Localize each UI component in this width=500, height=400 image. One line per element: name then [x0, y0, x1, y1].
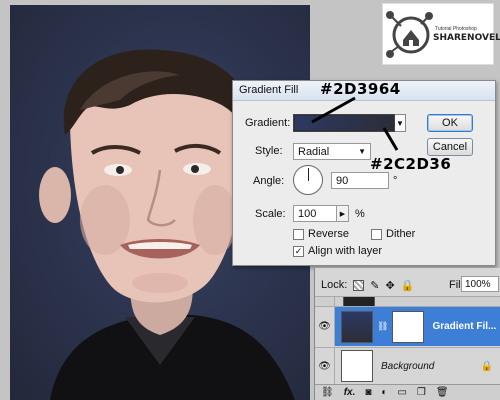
lock-position-icon[interactable]: ✥: [386, 279, 395, 292]
reverse-label: Reverse: [308, 228, 349, 240]
dither-label: Dither: [386, 228, 416, 240]
layer-row-background[interactable]: 👁 Background 🔒: [315, 347, 500, 384]
annotation-start-color: #2D3964: [320, 80, 401, 98]
mask-icon[interactable]: ◙: [365, 387, 371, 398]
new-layer-icon[interactable]: ❐: [417, 387, 426, 398]
layer-row-gradient-fill[interactable]: 👁 ⛓ Gradient Fil...: [315, 306, 500, 346]
lock-row: Lock: ✎ ✥ 🔒 Fill: 100%: [315, 276, 500, 294]
angle-value: 90: [336, 174, 349, 187]
visibility-toggle[interactable]: 👁: [315, 307, 335, 346]
background-layer-thumbnail: [341, 350, 373, 382]
dither-checkbox-row[interactable]: Dither: [371, 228, 415, 240]
align-label: Align with layer: [308, 245, 382, 257]
visibility-toggle[interactable]: 👁: [315, 348, 335, 384]
dialog-title: Gradient Fill: [239, 84, 299, 96]
logo-brand: SHARENOVEL: [433, 33, 500, 43]
fx-icon[interactable]: fx.: [344, 387, 356, 398]
lock-label: Lock:: [321, 279, 348, 291]
dither-checkbox[interactable]: [371, 228, 382, 240]
gradient-fill-dialog: Gradient Fill Gradient: ▼ Style: Radial …: [232, 80, 496, 266]
gradient-swatch[interactable]: [293, 114, 395, 132]
scale-label: Scale:: [255, 208, 286, 220]
style-value: Radial: [298, 145, 330, 158]
align-checkbox[interactable]: ✓: [293, 245, 304, 257]
angle-unit: °: [393, 174, 398, 187]
lock-icon: 🔒: [480, 360, 493, 372]
checkmark-icon: ✓: [294, 245, 303, 256]
style-label: Style:: [255, 145, 283, 157]
lock-pixels-icon[interactable]: ✎: [370, 279, 379, 292]
sharenovel-logo: Tutorial Photoshop SHARENOVEL: [382, 3, 500, 65]
visibility-toggle[interactable]: [315, 297, 335, 306]
reverse-checkbox[interactable]: [293, 228, 304, 240]
layer-thumbnail: [343, 296, 375, 307]
link-icon: ⛓: [377, 321, 389, 331]
chevron-right-icon: ▶: [339, 210, 346, 218]
fill-value: 100%: [465, 278, 491, 290]
scale-stepper-button[interactable]: ▶: [337, 205, 349, 222]
gradient-dropdown-button[interactable]: ▼: [395, 114, 406, 132]
layer-name: Background: [381, 360, 435, 372]
angle-dial[interactable]: [293, 165, 323, 195]
align-checkbox-row[interactable]: ✓ Align with layer: [293, 245, 382, 257]
lock-all-icon[interactable]: 🔒: [401, 279, 415, 292]
trash-icon[interactable]: 🗑: [436, 387, 449, 398]
logo-tagline: Tutorial Photoshop: [435, 26, 477, 32]
cancel-label: Cancel: [432, 141, 468, 153]
folder-icon[interactable]: ▭: [397, 387, 406, 398]
angle-label: Angle:: [253, 175, 285, 187]
chevron-down-icon: ▼: [358, 147, 366, 156]
gradient-preview: [295, 116, 393, 130]
reverse-checkbox-row[interactable]: Reverse: [293, 228, 349, 240]
layers-panel: Lock: ✎ ✥ 🔒 Fill: 100% 👁 ⛓ Gradient Fil.…: [314, 268, 500, 400]
layers-bottom-bar: ⛓ fx. ◙ ◐ ▭ ❐ 🗑: [315, 384, 500, 400]
annotation-end-color: #2C2D36: [370, 155, 452, 173]
scale-unit: %: [355, 207, 365, 220]
layer-name: Gradient Fil...: [432, 321, 497, 332]
ok-button[interactable]: OK: [427, 114, 473, 132]
angle-input[interactable]: 90: [331, 172, 389, 189]
ok-label: OK: [442, 117, 458, 129]
link-icon[interactable]: ⛓: [321, 387, 334, 398]
scale-value: 100: [298, 207, 317, 220]
eye-icon: 👁: [318, 360, 331, 372]
lock-transparent-icon[interactable]: [353, 279, 365, 291]
scale-input[interactable]: 100: [293, 205, 337, 222]
chevron-down-icon: ▼: [396, 118, 404, 128]
fill-input[interactable]: 100%: [461, 276, 499, 292]
angle-dial-hand: [308, 168, 309, 181]
gradient-label: Gradient:: [245, 117, 291, 129]
layer-row-partial[interactable]: [315, 296, 500, 307]
adjustment-icon[interactable]: ◐: [381, 387, 387, 398]
eye-icon: 👁: [318, 321, 331, 332]
cancel-button[interactable]: Cancel: [427, 138, 473, 156]
gradient-layer-thumbnail: [341, 310, 373, 343]
style-select[interactable]: Radial ▼: [293, 143, 371, 160]
layer-mask-thumbnail: [392, 310, 425, 343]
